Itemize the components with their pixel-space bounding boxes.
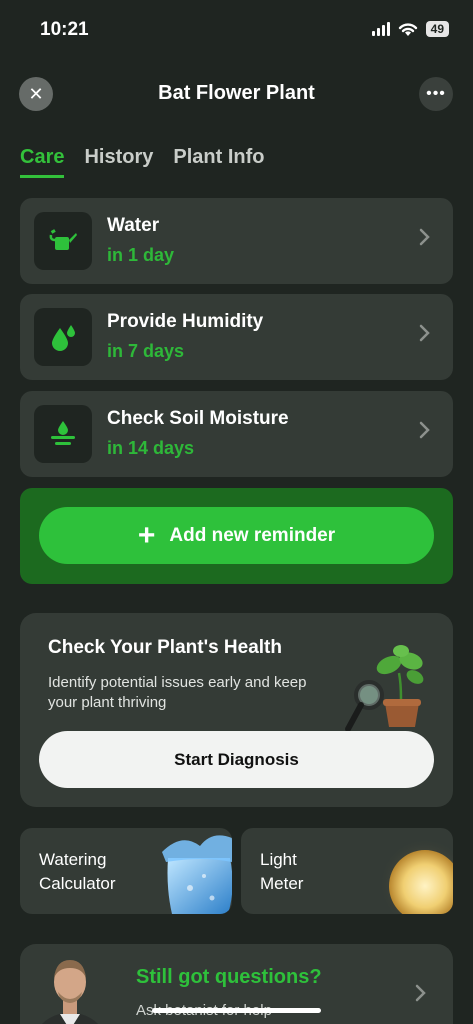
- add-reminder-label: Add new reminder: [169, 524, 336, 546]
- health-description: Identify potential issues early and keep…: [48, 674, 307, 711]
- header: ✕ Bat Flower Plant •••: [0, 74, 473, 114]
- sun-illustration: [379, 838, 453, 914]
- botanist-avatar: [42, 960, 98, 1024]
- plus-icon: +: [137, 518, 156, 552]
- battery-indicator: 49: [425, 21, 449, 37]
- tool-label: Light Meter: [260, 850, 304, 893]
- tool-label: Watering Calculator: [39, 850, 116, 893]
- soil-moisture-icon: [34, 405, 92, 463]
- water-glass-illustration: [162, 835, 232, 914]
- task-title: Check Soil Moisture: [107, 408, 289, 429]
- tab-care[interactable]: Care: [20, 146, 65, 178]
- water-drops-icon: [34, 308, 92, 366]
- wifi-icon: [398, 22, 417, 36]
- task-title: Water: [107, 215, 160, 236]
- watering-calculator-card[interactable]: Watering Calculator: [20, 828, 232, 914]
- plant-health-card: Check Your Plant's Health Identify poten…: [20, 613, 453, 807]
- task-title: Provide Humidity: [107, 311, 264, 332]
- tab-bar: Care History Plant Info: [20, 146, 265, 178]
- more-options-button[interactable]: •••: [419, 77, 453, 111]
- status-time: 10:21: [40, 19, 89, 40]
- start-diagnosis-button[interactable]: Start Diagnosis: [39, 731, 434, 788]
- chevron-right-icon: [419, 324, 430, 342]
- signal-icon: [371, 22, 390, 36]
- health-title: Check Your Plant's Health: [48, 637, 282, 658]
- add-reminder-button[interactable]: + Add new reminder: [39, 507, 434, 564]
- task-due: in 1 day: [107, 245, 175, 265]
- task-due: in 7 days: [107, 341, 185, 361]
- chevron-right-icon: [415, 984, 426, 1002]
- status-bar: 10:21 49: [0, 0, 473, 60]
- plant-magnifier-illustration: [345, 645, 424, 732]
- ask-title: Still got questions?: [136, 966, 322, 988]
- tab-history[interactable]: History: [84, 146, 153, 178]
- light-meter-card[interactable]: Light Meter: [241, 828, 453, 914]
- task-due: in 14 days: [107, 438, 195, 458]
- page-title: Bat Flower Plant: [158, 82, 315, 104]
- task-card-humidity[interactable]: Provide Humidity in 7 days: [20, 294, 453, 380]
- chevron-right-icon: [419, 421, 430, 439]
- chevron-right-icon: [419, 228, 430, 246]
- watering-can-icon: [34, 212, 92, 270]
- tab-plant-info[interactable]: Plant Info: [173, 146, 264, 178]
- add-reminder-container: + Add new reminder: [20, 488, 453, 584]
- task-card-water[interactable]: Water in 1 day: [20, 198, 453, 284]
- task-card-soil-moisture[interactable]: Check Soil Moisture in 14 days: [20, 391, 453, 477]
- status-icons: 49: [371, 21, 449, 37]
- home-indicator[interactable]: [152, 1008, 321, 1013]
- more-horizontal-icon: •••: [426, 85, 446, 102]
